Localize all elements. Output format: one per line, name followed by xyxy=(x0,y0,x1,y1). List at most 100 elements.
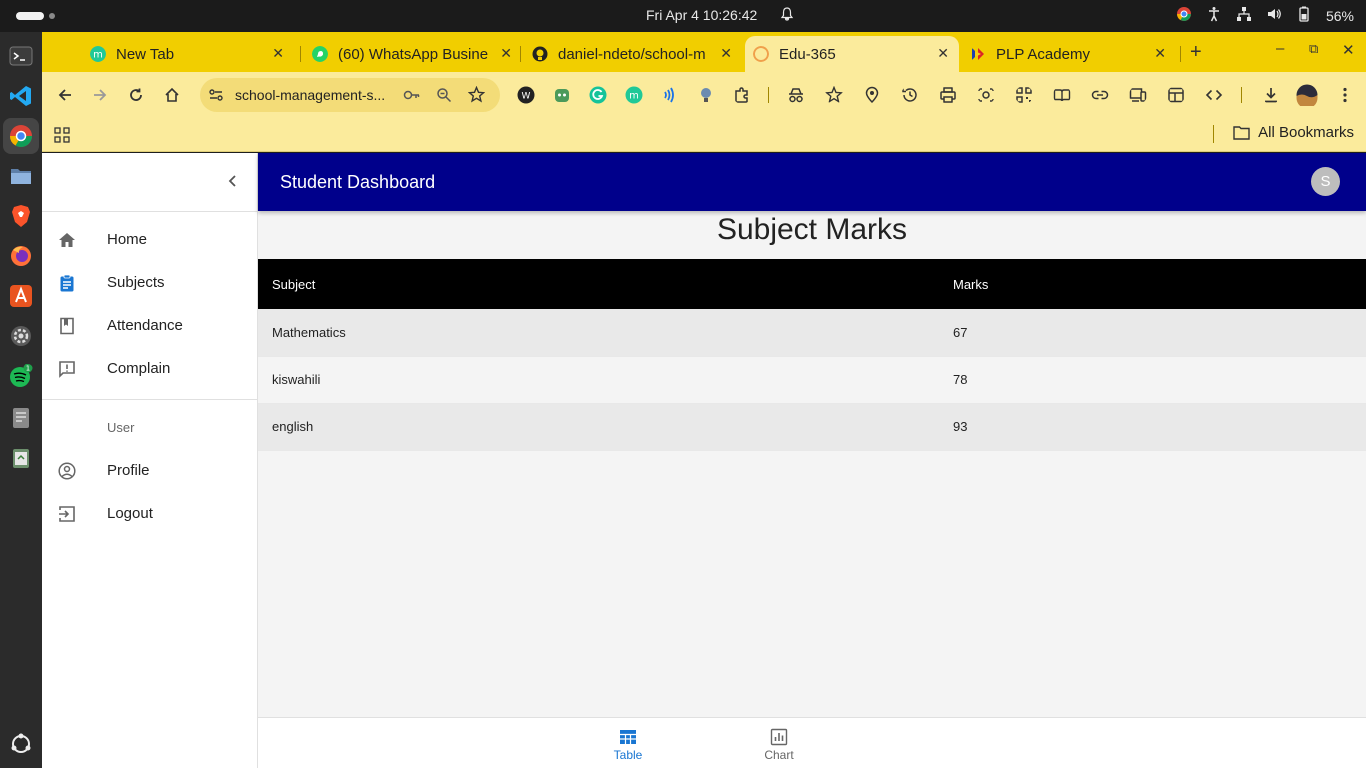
sidebar-item-attendance[interactable]: Attendance xyxy=(42,304,258,347)
tab-github[interactable]: daniel-ndeto/school-m ✕ xyxy=(532,36,742,72)
reading-mode-icon[interactable] xyxy=(1053,86,1071,104)
tab-close-icon[interactable]: ✕ xyxy=(1154,45,1166,62)
tab-plp-academy[interactable]: PLP Academy ✕ xyxy=(970,36,1176,72)
volume-icon[interactable] xyxy=(1266,6,1282,25)
battery-percent[interactable]: 56% xyxy=(1326,8,1354,24)
back-icon[interactable] xyxy=(56,86,74,104)
browser-menu-icon[interactable] xyxy=(1336,86,1354,104)
browser-tab-strip: ⌄ m New Tab ✕ (60) WhatsApp Busine ✕ dan… xyxy=(42,32,1366,96)
screenshot-icon[interactable] xyxy=(977,86,995,104)
home-icon xyxy=(59,232,75,247)
sidebar-item-logout[interactable]: Logout xyxy=(42,492,258,535)
incognito-icon[interactable] xyxy=(787,86,805,104)
show-apps-icon[interactable] xyxy=(9,732,33,756)
subject-cell: kiswahili xyxy=(258,356,939,404)
lightbulb-extension-icon[interactable] xyxy=(697,86,715,104)
wordtune-extension-icon[interactable]: W xyxy=(517,86,535,104)
code-icon[interactable] xyxy=(1205,86,1223,104)
close-window-button[interactable]: ✕ xyxy=(1342,41,1355,59)
print-icon[interactable] xyxy=(939,86,957,104)
new-tab-button[interactable]: + xyxy=(1190,41,1202,64)
table-row[interactable]: kiswahili 78 xyxy=(258,356,1366,404)
site-settings-icon[interactable] xyxy=(208,87,224,103)
section-heading: Subject Marks xyxy=(716,213,908,246)
network-icon[interactable] xyxy=(1236,6,1252,25)
tab-new-tab[interactable]: m New Tab ✕ xyxy=(90,36,294,72)
sidebar-item-complain[interactable]: Complain xyxy=(42,347,258,390)
apps-grid-icon[interactable] xyxy=(54,127,70,143)
marks-cell: 78 xyxy=(939,356,1366,404)
bottom-navigation: Table Chart xyxy=(258,717,1366,768)
folder-icon xyxy=(1233,126,1250,140)
table-row[interactable]: english 93 xyxy=(258,403,1366,451)
files-icon[interactable] xyxy=(9,164,33,188)
location-pin-icon[interactable] xyxy=(863,86,881,104)
url-text[interactable]: school-management-s... xyxy=(235,87,395,103)
grammarly-extension-icon[interactable] xyxy=(589,86,607,104)
home-button-icon[interactable] xyxy=(163,86,181,104)
download-icon[interactable] xyxy=(1262,86,1280,104)
sidebar-item-profile[interactable]: Profile xyxy=(42,449,258,492)
app-center-icon[interactable] xyxy=(9,284,33,308)
column-header-subject[interactable]: Subject xyxy=(258,259,939,309)
all-bookmarks-button[interactable]: All Bookmarks xyxy=(1233,124,1354,141)
sidebar-item-subjects[interactable]: Subjects xyxy=(42,261,258,304)
bottom-nav-chart[interactable]: Chart xyxy=(749,718,809,768)
firefox-icon[interactable] xyxy=(9,244,33,268)
collapse-drawer-button[interactable] xyxy=(222,172,242,192)
toolbar-divider xyxy=(768,87,769,103)
column-header-marks[interactable]: Marks xyxy=(939,259,1366,309)
avatar[interactable]: S xyxy=(1311,167,1340,196)
qr-code-icon[interactable] xyxy=(1015,86,1033,104)
m-extension-icon[interactable]: m xyxy=(625,86,643,104)
m-extension-favicon-icon: m xyxy=(90,46,106,62)
favorites-star-icon[interactable] xyxy=(825,86,843,104)
extensions-puzzle-icon[interactable] xyxy=(733,86,751,104)
tab-divider xyxy=(300,46,301,62)
accessibility-icon[interactable] xyxy=(1206,6,1222,25)
cast-devices-icon[interactable] xyxy=(1129,86,1147,104)
page-title: Student Dashboard xyxy=(280,172,436,192)
restore-button[interactable]: ⧉ xyxy=(1309,41,1318,57)
tab-label: PLP Academy xyxy=(996,45,1090,63)
chrome-dock-icon[interactable] xyxy=(9,124,33,148)
chrome-tray-icon[interactable] xyxy=(1176,6,1192,25)
tab-close-icon[interactable]: ✕ xyxy=(937,45,949,62)
web-page: Home Subjects Attendance Complain User P… xyxy=(42,153,1366,768)
tab-close-icon[interactable]: ✕ xyxy=(720,45,732,62)
battery-icon[interactable] xyxy=(1296,6,1312,25)
tab-whatsapp[interactable]: (60) WhatsApp Busine ✕ xyxy=(312,36,522,72)
minimize-button[interactable]: – xyxy=(1276,40,1284,57)
forward-icon[interactable] xyxy=(91,86,109,104)
activities-indicator[interactable] xyxy=(16,12,44,20)
vscode-icon[interactable] xyxy=(9,84,33,108)
zoom-icon[interactable] xyxy=(436,87,452,103)
tab-close-icon[interactable]: ✕ xyxy=(272,45,284,62)
copy-link-icon[interactable] xyxy=(1091,86,1109,104)
spotify-icon[interactable]: 1 xyxy=(9,364,33,388)
brave-icon[interactable] xyxy=(9,204,33,228)
audio-extension-icon[interactable] xyxy=(661,86,679,104)
svg-text:m: m xyxy=(629,91,639,102)
settings-icon[interactable] xyxy=(9,324,33,348)
bottom-nav-table[interactable]: Table xyxy=(598,718,658,768)
system-top-bar: Fri Apr 4 10:26:42 56% xyxy=(0,0,1366,32)
history-icon[interactable] xyxy=(901,86,919,104)
tab-divider xyxy=(1180,46,1181,62)
terminal-icon[interactable] xyxy=(9,44,33,68)
tab-close-icon[interactable]: ✕ xyxy=(500,45,512,62)
profile-avatar-icon[interactable] xyxy=(1296,84,1318,106)
bookmark-star-icon[interactable] xyxy=(468,86,485,103)
tab-edu-365[interactable]: Edu-365 ✕ xyxy=(745,36,959,72)
side-panel-icon[interactable] xyxy=(1167,86,1185,104)
notification-icon[interactable] xyxy=(780,7,794,24)
sidebar-item-home[interactable]: Home xyxy=(42,218,258,261)
address-bar[interactable]: school-management-s... xyxy=(200,78,500,112)
reload-icon[interactable] xyxy=(127,86,145,104)
password-key-icon[interactable] xyxy=(403,87,421,103)
system-clock[interactable]: Fri Apr 4 10:26:42 xyxy=(646,7,757,23)
robot-extension-icon[interactable] xyxy=(553,86,571,104)
text-editor-icon[interactable] xyxy=(9,406,33,430)
table-row[interactable]: Mathematics 67 xyxy=(258,309,1366,357)
trash-icon[interactable] xyxy=(9,446,33,470)
